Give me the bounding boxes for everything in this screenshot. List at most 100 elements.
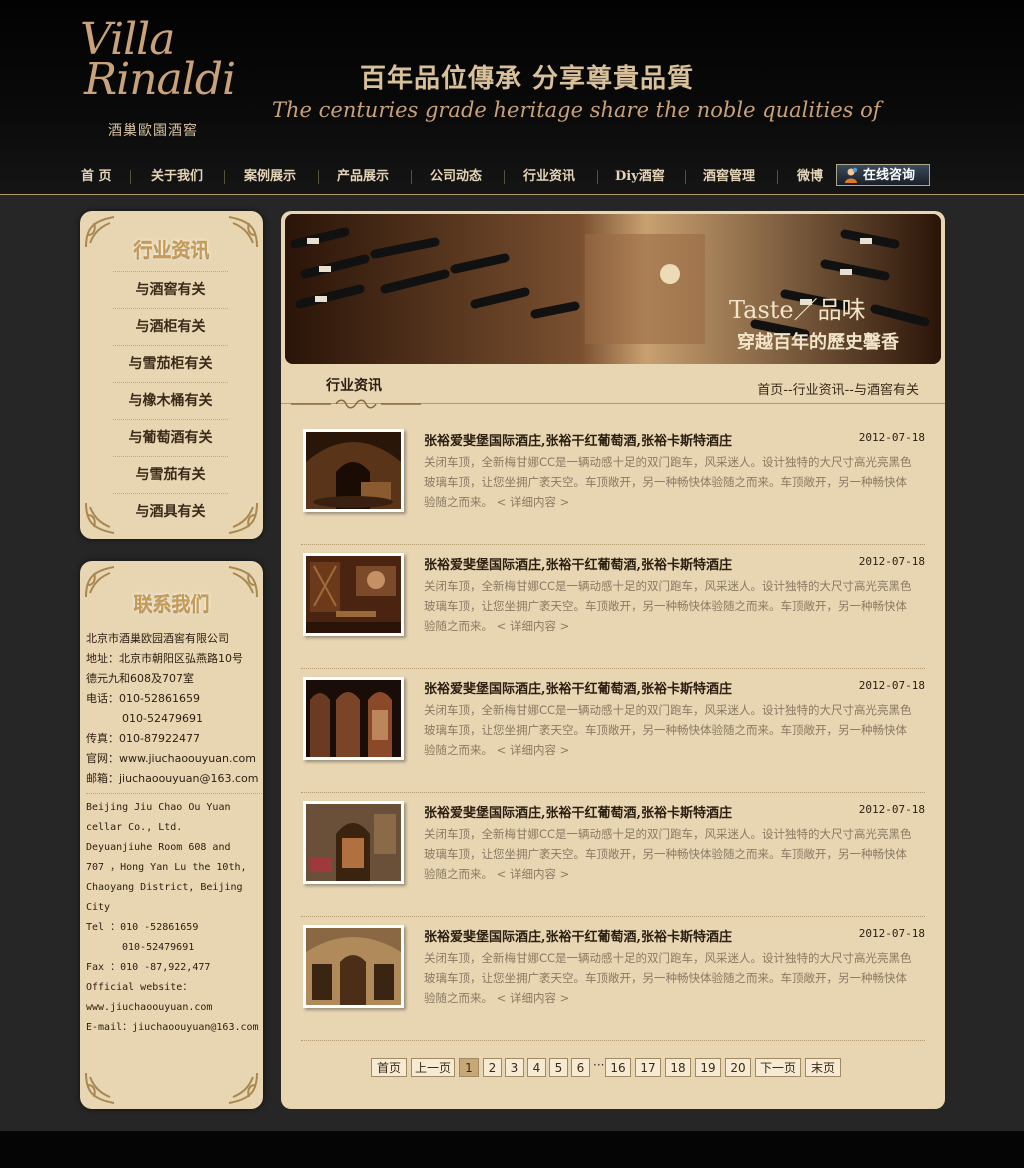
contact-en-fax: Fax ：010 -87,922,477 (86, 962, 211, 973)
category-panel: 行业资讯 与酒窖有关 与酒柜有关 与雪茄柜有关 与橡木桶有关 与葡萄酒有关 与雪… (80, 211, 263, 539)
nav-item-home[interactable]: 首 页 (81, 163, 112, 191)
article-date: 2012-07-18 (858, 927, 925, 940)
pager-page[interactable]: 4 (527, 1058, 546, 1077)
banner-subtitle: 穿越百年的歷史馨香 (737, 332, 899, 353)
category-item-cabinet[interactable]: 与酒柜有关 (113, 308, 228, 345)
article-summary: 关闭车顶，全新梅甘娜CC是一辆动感十足的双门跑车，风采迷人。设计独特的大尺寸高光… (424, 700, 916, 760)
site-header: Villa Rinaldi 酒巢歐園酒窖 百年品位傳承 分享尊貴品質 The c… (0, 0, 1024, 195)
contact-en-line: Chaoyang District, Beijing (86, 882, 243, 893)
flourish-icon (291, 399, 421, 409)
category-item-cellar[interactable]: 与酒窖有关 (113, 271, 228, 308)
pager-page[interactable]: 6 (571, 1058, 590, 1077)
contact-en-website[interactable]: www.jiuchaoouyuan.com (86, 998, 262, 1018)
main-nav: 首 页 关于我们 案例展示 产品展示 公司动态 行业资讯 Diy酒窖 酒窖管理 … (70, 163, 950, 191)
article-item[interactable]: 张裕爱斐堡国际酒庄,张裕干红葡萄酒,张裕卡斯特酒庄 2012-07-18 关闭车… (301, 674, 925, 793)
article-summary: 关闭车顶，全新梅甘娜CC是一辆动感十足的双门跑车，风采迷人。设计独特的大尺寸高光… (424, 452, 916, 512)
contact-address: 德元九和608及707室 (86, 672, 194, 685)
main-content: Taste／品味 穿越百年的歷史馨香 行业资讯 首页--行业资讯--与酒窖有关 … (281, 211, 945, 1109)
brand-logo[interactable]: Villa Rinaldi 酒巢歐園酒窖 (80, 18, 240, 140)
contact-panel: 联系我们 北京市酒巢欧园酒窖有限公司 地址：北京市朝阳区弘燕路10号 德元九和6… (80, 561, 263, 1109)
category-item-cigar[interactable]: 与雪茄有关 (113, 456, 228, 493)
article-thumbnail[interactable] (303, 677, 404, 760)
article-summary: 关闭车顶，全新梅甘娜CC是一辆动感十足的双门跑车，风采迷人。设计独特的大尺寸高光… (424, 824, 916, 884)
contact-website[interactable]: 官网：www.jiuchaoouyuan.com (86, 749, 262, 769)
contact-fax: 传真：010-87922477 (86, 732, 200, 745)
article-thumbnail[interactable] (303, 801, 404, 884)
article-date: 2012-07-18 (858, 431, 925, 444)
category-item-oak-barrel[interactable]: 与橡木桶有关 (113, 382, 228, 419)
pager-page[interactable]: 19 (695, 1058, 721, 1077)
online-consult-button[interactable]: 在线咨询 (836, 164, 930, 186)
article-date: 2012-07-18 (858, 679, 925, 692)
site-footer (0, 1131, 1024, 1168)
banner-taste-text: Taste／品味 (729, 296, 866, 324)
nav-item-diy[interactable]: Diy酒窖 (615, 163, 665, 191)
category-item-wineware[interactable]: 与酒具有关 (113, 493, 228, 530)
read-more-link[interactable]: < 详细内容 > (497, 867, 570, 881)
article-item[interactable]: 张裕爱斐堡国际酒庄,张裕干红葡萄酒,张裕卡斯特酒庄 2012-07-18 关闭车… (301, 426, 925, 545)
online-consult-label: 在线咨询 (863, 168, 916, 183)
contact-address: 地址：北京市朝阳区弘燕路10号 (86, 652, 243, 665)
nav-item-management[interactable]: 酒窖管理 (703, 163, 755, 191)
article-title[interactable]: 张裕爱斐堡国际酒庄,张裕干红葡萄酒,张裕卡斯特酒庄 (424, 678, 732, 697)
article-summary: 关闭车顶，全新梅甘娜CC是一辆动感十足的双门跑车，风采迷人。设计独特的大尺寸高光… (424, 576, 916, 636)
pager-page[interactable]: 20 (725, 1058, 751, 1077)
wine-cellar-banner: Taste／品味 穿越百年的歷史馨香 (285, 214, 941, 364)
article-thumbnail[interactable] (303, 553, 404, 636)
contact-phone: 010-52479691 (122, 712, 203, 725)
divider (86, 793, 262, 794)
pager-page[interactable]: 1 (459, 1058, 479, 1077)
pager-page[interactable]: 17 (635, 1058, 661, 1077)
article-title[interactable]: 张裕爱斐堡国际酒庄,张裕干红葡萄酒,张裕卡斯特酒庄 (424, 430, 732, 449)
nav-item-news[interactable]: 公司动态 (430, 163, 482, 191)
contact-en-email[interactable]: E-mail：jiuchaoouyuan@163.com (86, 1018, 262, 1038)
person-icon (845, 167, 858, 183)
pager-page[interactable]: 3 (505, 1058, 524, 1077)
article-thumbnail[interactable] (303, 925, 404, 1008)
pager-first[interactable]: 首页 (371, 1058, 407, 1077)
nav-item-weibo[interactable]: 微博 (797, 163, 823, 191)
pager-page[interactable]: 16 (605, 1058, 631, 1077)
article-title[interactable]: 张裕爱斐堡国际酒庄,张裕干红葡萄酒,张裕卡斯特酒庄 (424, 802, 732, 821)
contact-phone: 电话：010-52861659 (86, 692, 200, 705)
pager-ellipsis: ··· (593, 1058, 605, 1072)
article-title[interactable]: 张裕爱斐堡国际酒庄,张裕干红葡萄酒,张裕卡斯特酒庄 (424, 554, 732, 573)
category-item-wine[interactable]: 与葡萄酒有关 (113, 419, 228, 456)
slogan-chinese: 百年品位傳承 分享尊貴品質 (360, 64, 695, 94)
contact-title: 联系我们 (133, 593, 210, 615)
nav-item-industry[interactable]: 行业资讯 (523, 163, 575, 191)
contact-en-website-label: Official website： (86, 982, 193, 993)
nav-separator (777, 170, 778, 184)
article-title[interactable]: 张裕爱斐堡国际酒庄,张裕干红葡萄酒,张裕卡斯特酒庄 (424, 926, 732, 945)
category-item-humidor[interactable]: 与雪茄柜有关 (113, 345, 228, 382)
article-item[interactable]: 张裕爱斐堡国际酒庄,张裕干红葡萄酒,张裕卡斯特酒庄 2012-07-18 关闭车… (301, 550, 925, 669)
nav-separator (685, 170, 686, 184)
article-date: 2012-07-18 (858, 803, 925, 816)
pager-next[interactable]: 下一页 (755, 1058, 801, 1077)
nav-separator (597, 170, 598, 184)
article-item[interactable]: 张裕爱斐堡国际酒庄,张裕干红葡萄酒,张裕卡斯特酒庄 2012-07-18 关闭车… (301, 922, 925, 1041)
nav-separator (130, 170, 131, 184)
nav-separator (504, 170, 505, 184)
read-more-link[interactable]: < 详细内容 > (497, 991, 570, 1005)
pager-page[interactable]: 2 (483, 1058, 502, 1077)
contact-en-line: cellar Co., Ltd. (86, 822, 183, 833)
nav-item-about[interactable]: 关于我们 (151, 163, 203, 191)
pager-prev[interactable]: 上一页 (411, 1058, 455, 1077)
article-thumbnail[interactable] (303, 429, 404, 512)
contact-email[interactable]: 邮箱：jiuchaoouyuan@163.com (86, 769, 262, 789)
pager-page[interactable]: 5 (549, 1058, 568, 1077)
nav-item-cases[interactable]: 案例展示 (244, 163, 296, 191)
breadcrumb[interactable]: 首页--行业资讯--与酒窖有关 (757, 379, 919, 398)
nav-item-products[interactable]: 产品展示 (337, 163, 389, 191)
nav-separator (411, 170, 412, 184)
read-more-link[interactable]: < 详细内容 > (497, 619, 570, 633)
pager-page[interactable]: 18 (665, 1058, 691, 1077)
pager-last[interactable]: 末页 (805, 1058, 841, 1077)
read-more-link[interactable]: < 详细内容 > (497, 743, 570, 757)
read-more-link[interactable]: < 详细内容 > (497, 495, 570, 509)
article-item[interactable]: 张裕爱斐堡国际酒庄,张裕干红葡萄酒,张裕卡斯特酒庄 2012-07-18 关闭车… (301, 798, 925, 917)
article-summary: 关闭车顶，全新梅甘娜CC是一辆动感十足的双门跑车，风采迷人。设计独特的大尺寸高光… (424, 948, 916, 1008)
contact-en-tel: Tel ：010 -52861659 (86, 922, 199, 933)
article-list: 张裕爱斐堡国际酒庄,张裕干红葡萄酒,张裕卡斯特酒庄 2012-07-18 关闭车… (301, 426, 925, 1046)
